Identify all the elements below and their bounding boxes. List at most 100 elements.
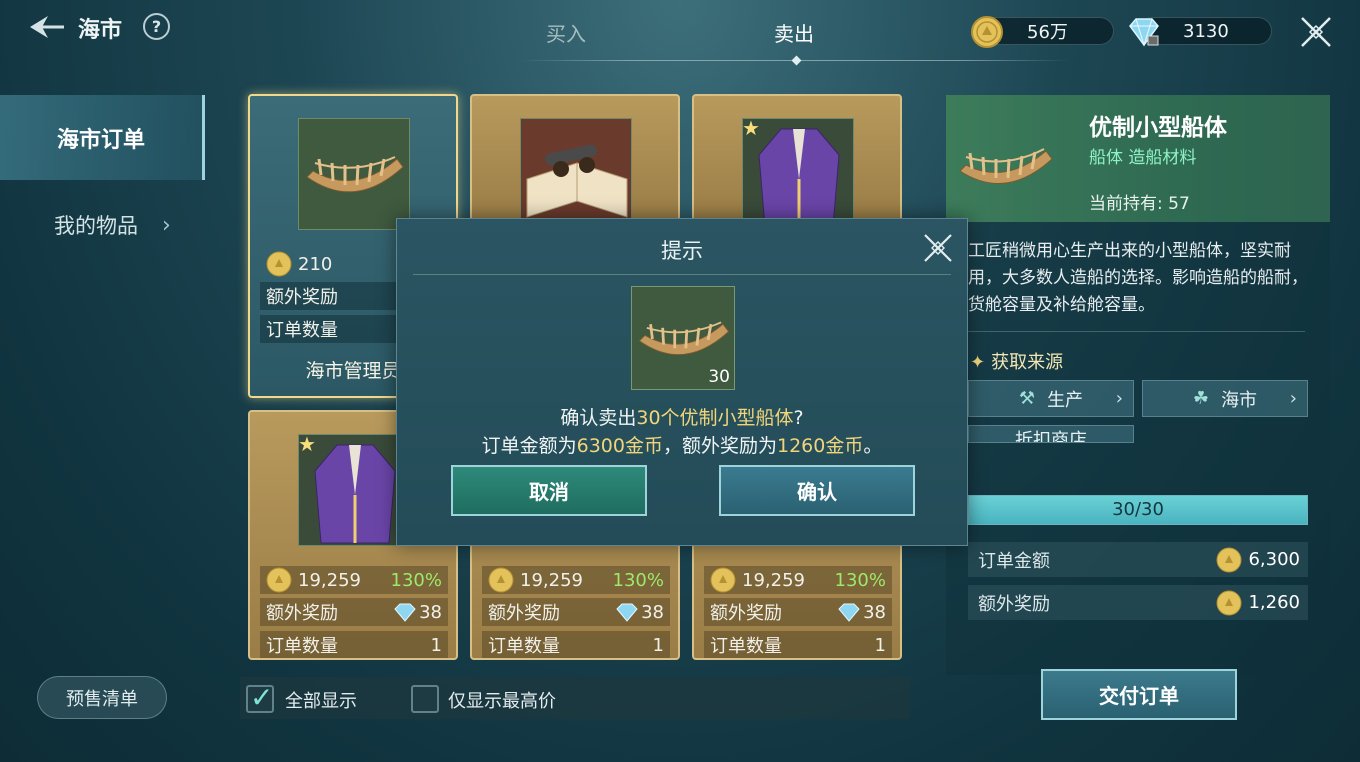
dialog-item-icon: 30 (631, 286, 735, 390)
cancel-button[interactable]: 取消 (451, 465, 647, 516)
help-icon[interactable]: ? (143, 13, 170, 40)
gold-coin-icon (710, 567, 736, 593)
extra-reward-gems: 38 (419, 601, 442, 623)
item-held: 当前持有: 57 (1089, 189, 1190, 214)
extra-reward-label: 额外奖励 (266, 287, 338, 308)
held-count: 57 (1168, 194, 1190, 214)
gold-amount: 56万 (1027, 22, 1068, 43)
ship-hull-image (959, 148, 1053, 184)
ship-hull-image (298, 118, 410, 230)
sidebar-item-label: 我的物品 (54, 214, 138, 238)
extra-reward-label: 额外奖励 (710, 603, 782, 624)
dialog-item-quantity: 30 (708, 367, 730, 387)
order-quantity-label: 订单数量 (266, 636, 338, 657)
tab-buy[interactable]: 买入 (546, 18, 586, 47)
divider (968, 331, 1305, 332)
dialog-message-line2: 订单金额为6300金币，额外奖励为1260金币。 (397, 431, 967, 458)
dialog-message-line1: 确认卖出30个优制小型船体? (397, 403, 967, 430)
order-quantity-value: 1 (430, 634, 442, 656)
order-quantity-row: 订单数量 1 (260, 631, 448, 658)
show-all-checkbox[interactable]: ✓ (246, 681, 274, 714)
presale-list-button[interactable]: 预售清单 (37, 676, 167, 719)
price-value: 210 (298, 253, 333, 275)
message-highlight: 1260金币 (777, 435, 864, 457)
sparkle-icon: ✦ (970, 352, 986, 373)
gold-coin-icon (971, 16, 1003, 48)
back-arrow-icon[interactable] (26, 12, 66, 42)
diamond-icon (616, 603, 638, 622)
extra-reward-label: 额外奖励 (488, 603, 560, 624)
order-quantity-value: 1 (874, 634, 886, 656)
diamond-icon (1129, 18, 1159, 47)
extra-reward-label: 额外奖励 (978, 593, 1050, 615)
order-quantity-label: 订单数量 (710, 636, 782, 657)
diamond-icon (394, 603, 416, 622)
tab-sell[interactable]: 卖出 (774, 18, 814, 47)
chevron-right-icon: › (1289, 388, 1297, 409)
confirm-sell-dialog: 提示 30 确认卖出30个优制小型船体? 订单金额为6300金币，额外奖励为12… (396, 218, 968, 546)
extra-reward-value: 1,260 (1248, 592, 1300, 613)
order-quantity-row: 订单数量 1 (704, 631, 892, 658)
quantity-progress-bar[interactable]: 30/30 (968, 495, 1308, 525)
order-amount-value: 6,300 (1248, 549, 1300, 570)
order-card[interactable] (470, 94, 680, 224)
price-value: 19,259 (520, 569, 583, 591)
filter-bar: ✓ 全部显示 仅显示最高价 (240, 677, 910, 719)
order-quantity-label: 订单数量 (266, 320, 338, 341)
price-row: 19,259 130% (704, 566, 892, 594)
extra-reward-gems: 38 (863, 601, 886, 623)
gold-coin-icon (1216, 547, 1242, 572)
close-icon[interactable] (921, 231, 955, 265)
sidebar-item-my-items[interactable]: 我的物品 › (0, 195, 205, 255)
gold-coin-icon (488, 567, 514, 593)
source-production-button[interactable]: ⚒ 生产 › (968, 380, 1134, 417)
page-title: 海市 (78, 18, 123, 43)
order-amount-row: 订单金额 6,300 (968, 542, 1308, 577)
star-icon: ★ (298, 432, 316, 456)
held-label: 当前持有: (1089, 194, 1163, 214)
order-quantity-row: 订单数量 1 (482, 631, 670, 658)
message-text: ? (793, 407, 804, 429)
message-text: 确认卖出 (560, 407, 637, 429)
order-quantity-label: 订单数量 (488, 636, 560, 657)
active-tab-indicator (791, 55, 802, 66)
item-name: 优制小型船体 (1089, 115, 1227, 141)
source-label: 海市 (1221, 389, 1258, 411)
close-icon[interactable] (1298, 14, 1334, 50)
sidebar-item-sea-market-orders[interactable]: 海市订单 (0, 95, 205, 180)
extra-reward-row: 额外奖励 1,260 (968, 585, 1308, 620)
source-discount-shop-button[interactable]: 折扣商店 (968, 425, 1134, 443)
price-row: 19,259 130% (260, 566, 448, 594)
cannon-book-image (520, 118, 632, 222)
message-text: 订单金额为 (481, 435, 577, 457)
source-title: ✦ 获取来源 (970, 348, 1063, 374)
price-row: 19,259 130% (482, 566, 670, 594)
source-title-text: 获取来源 (991, 352, 1064, 373)
source-sea-market-button[interactable]: ☘ 海市 › (1142, 380, 1308, 417)
item-tags: 船体 造船材料 (1089, 148, 1197, 168)
price-value: 19,259 (742, 569, 805, 591)
price-percent: 130% (390, 569, 442, 591)
item-description: 工匠稍微用心生产出来的小型船体，坚实耐用，大多数人造船的选择。影响造船的船耐，货… (968, 241, 1308, 315)
source-label: 生产 (1047, 389, 1084, 411)
extra-reward-row: 额外奖励 38 (482, 598, 670, 626)
order-card[interactable]: ★ (692, 94, 902, 224)
diamond-icon (838, 603, 860, 622)
extra-reward-row: 额外奖励 38 (704, 598, 892, 626)
deliver-order-button[interactable]: 交付订单 (1041, 669, 1237, 720)
dialog-title: 提示 (661, 239, 703, 263)
highest-price-only-label: 仅显示最高价 (448, 691, 556, 712)
extra-reward-gems: 38 (641, 601, 664, 623)
gold-coin-icon (266, 251, 292, 277)
star-icon: ★ (742, 116, 760, 140)
highest-price-only-checkbox[interactable] (411, 685, 439, 713)
progress-label: 30/30 (1112, 499, 1164, 520)
confirm-button[interactable]: 确认 (719, 465, 915, 516)
checkmark-icon: ✓ (250, 681, 274, 714)
chevron-right-icon: › (1115, 388, 1123, 409)
message-highlight: 30个优制小型船体 (636, 407, 794, 429)
price-percent: 130% (612, 569, 664, 591)
message-text: 。 (863, 435, 883, 457)
order-quantity-value: 1 (652, 634, 664, 656)
dialog-divider (413, 274, 951, 275)
